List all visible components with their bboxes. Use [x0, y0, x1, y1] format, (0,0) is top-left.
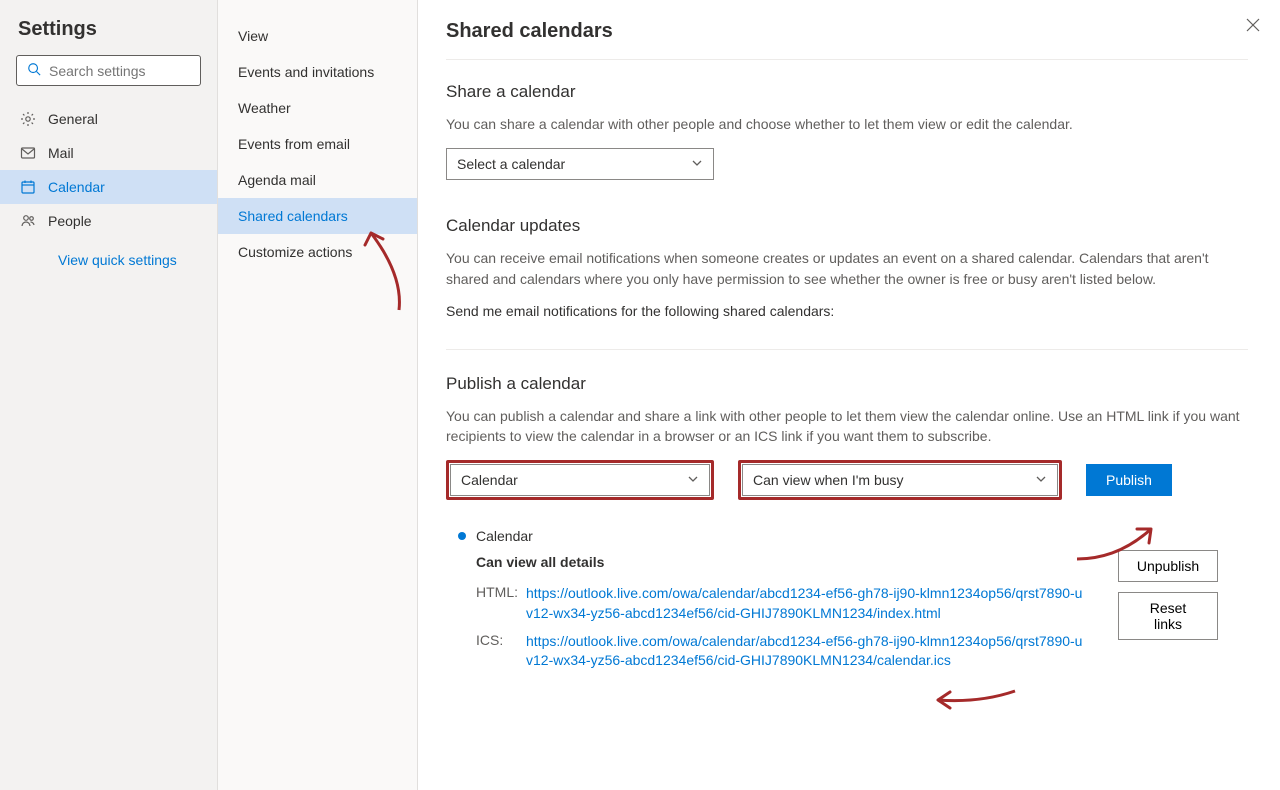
- publish-permission-dropdown[interactable]: Can view when I'm busy: [742, 464, 1058, 496]
- nav-general[interactable]: General: [0, 102, 217, 136]
- nav-label: Mail: [48, 145, 74, 161]
- subnav-customize-actions[interactable]: Customize actions: [218, 234, 417, 270]
- annotation-highlight: Can view when I'm busy: [738, 460, 1062, 500]
- search-input-wrap[interactable]: [16, 55, 201, 86]
- subnav-events-from-email[interactable]: Events from email: [218, 126, 417, 162]
- select-label: Can view when I'm busy: [753, 472, 904, 488]
- subnav-agenda-mail[interactable]: Agenda mail: [218, 162, 417, 198]
- updates-section-desc: You can receive email notifications when…: [446, 248, 1248, 289]
- subnav-view[interactable]: View: [218, 18, 417, 54]
- mail-icon: [20, 145, 36, 161]
- nav-label: General: [48, 111, 98, 127]
- chevron-down-icon: [1035, 472, 1047, 488]
- settings-sidebar: Settings General Mail Calendar: [0, 0, 218, 790]
- select-label: Calendar: [461, 472, 518, 488]
- chevron-down-icon: [687, 472, 699, 488]
- select-label: Select a calendar: [457, 156, 565, 172]
- publish-calendar-dropdown[interactable]: Calendar: [450, 464, 710, 496]
- publish-section-desc: You can publish a calendar and share a l…: [446, 406, 1248, 447]
- ics-label: ICS:: [476, 632, 526, 671]
- share-section-desc: You can share a calendar with other peop…: [446, 114, 1248, 134]
- people-icon: [20, 213, 36, 229]
- nav-calendar[interactable]: Calendar: [0, 170, 217, 204]
- search-input[interactable]: [49, 63, 230, 79]
- calendar-icon: [20, 179, 36, 195]
- select-calendar-dropdown[interactable]: Select a calendar: [446, 148, 714, 180]
- view-quick-settings-link[interactable]: View quick settings: [0, 238, 217, 278]
- ics-link[interactable]: https://outlook.live.com/owa/calendar/ab…: [526, 632, 1086, 671]
- calendar-color-dot: [458, 532, 466, 540]
- reset-links-button[interactable]: Reset links: [1118, 592, 1218, 640]
- published-calendar-row: Calendar: [458, 528, 1248, 544]
- subnav-weather[interactable]: Weather: [218, 90, 417, 126]
- close-button[interactable]: [1246, 18, 1260, 37]
- search-icon: [27, 62, 41, 79]
- published-links: HTML: https://outlook.live.com/owa/calen…: [476, 584, 1086, 670]
- html-link[interactable]: https://outlook.live.com/owa/calendar/ab…: [526, 584, 1086, 623]
- unpublish-button[interactable]: Unpublish: [1118, 550, 1218, 582]
- updates-section-title: Calendar updates: [446, 216, 1248, 236]
- subnav-events-invitations[interactable]: Events and invitations: [218, 54, 417, 90]
- publish-section-title: Publish a calendar: [446, 374, 1248, 394]
- updates-note: Send me email notifications for the foll…: [446, 303, 1248, 319]
- nav-mail[interactable]: Mail: [0, 136, 217, 170]
- publish-button[interactable]: Publish: [1086, 464, 1172, 496]
- gear-icon: [20, 111, 36, 127]
- published-calendar-name: Calendar: [476, 528, 533, 544]
- html-label: HTML:: [476, 584, 526, 623]
- settings-content: Shared calendars Share a calendar You ca…: [418, 0, 1280, 790]
- settings-title: Settings: [0, 18, 217, 55]
- nav-label: People: [48, 213, 92, 229]
- chevron-down-icon: [691, 156, 703, 172]
- divider: [446, 349, 1248, 350]
- calendar-subnav: View Events and invitations Weather Even…: [218, 0, 418, 790]
- subnav-shared-calendars[interactable]: Shared calendars: [218, 198, 417, 234]
- annotation-highlight: Calendar: [446, 460, 714, 500]
- share-section-title: Share a calendar: [446, 82, 1248, 102]
- nav-people[interactable]: People: [0, 204, 217, 238]
- page-title: Shared calendars: [446, 20, 1248, 60]
- nav-label: Calendar: [48, 179, 105, 195]
